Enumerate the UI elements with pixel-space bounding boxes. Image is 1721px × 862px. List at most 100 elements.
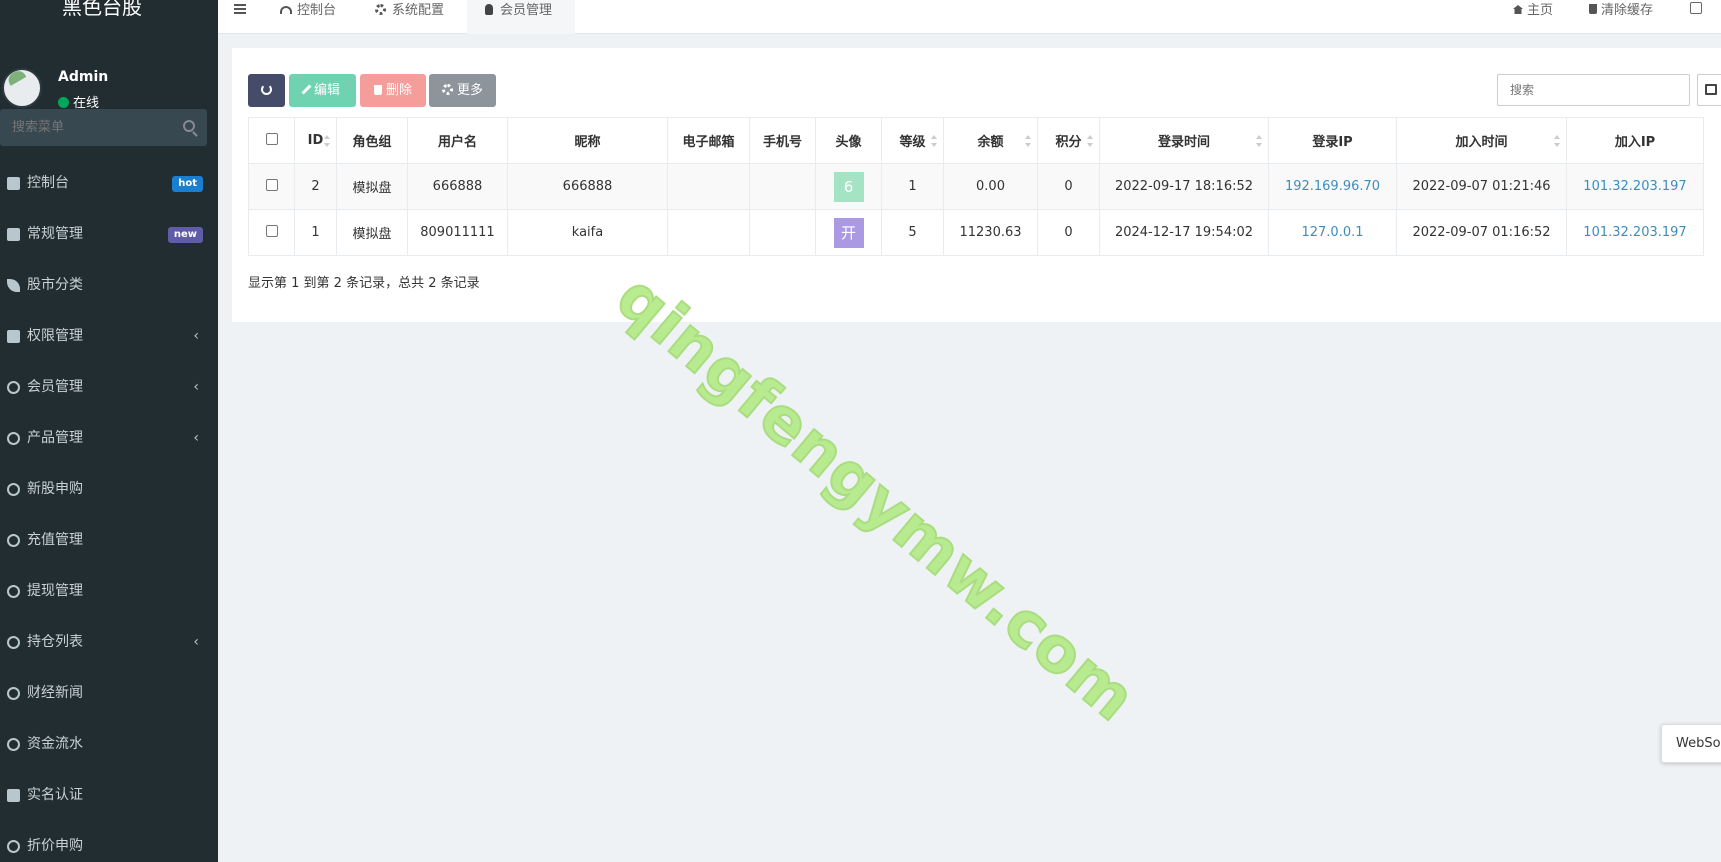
chevron-left-icon[interactable]: ‹ bbox=[193, 413, 199, 464]
brand-logo[interactable]: 黑色台股 bbox=[0, 0, 218, 22]
sidebar-item-label: 折价申购 bbox=[27, 838, 83, 854]
refresh-icon bbox=[261, 84, 272, 95]
table-row[interactable]: 2 模拟盘 666888 666888 6 1 0.00 0 2022-09-17 18:16:… bbox=[248, 163, 1704, 210]
row-checkbox[interactable] bbox=[265, 178, 278, 191]
search-icon[interactable] bbox=[183, 120, 195, 132]
cell-level: 5 bbox=[881, 209, 944, 256]
circle-icon bbox=[7, 432, 20, 445]
sidebar-item-3[interactable]: 权限管理 ‹ bbox=[0, 311, 218, 362]
column-header[interactable]: 余额 bbox=[943, 117, 1038, 164]
column-header-label: ID bbox=[307, 133, 324, 148]
circle-icon bbox=[7, 687, 20, 700]
sidebar-item-11[interactable]: 资金流水 bbox=[0, 719, 218, 770]
column-header-label: 电子邮箱 bbox=[682, 135, 735, 150]
sort-icon[interactable] bbox=[324, 135, 330, 147]
row-avatar: 6 bbox=[833, 171, 864, 202]
tab-member-management[interactable]: 会员管理 bbox=[467, 0, 575, 34]
sidebar-item-2[interactable]: 股市分类 bbox=[0, 260, 218, 311]
sidebar-item-6[interactable]: 新股申购 bbox=[0, 464, 218, 515]
column-header-label: 头像 bbox=[835, 135, 862, 150]
column-header[interactable]: 登录时间 bbox=[1099, 117, 1269, 164]
sidebar-item-5[interactable]: 产品管理 ‹ bbox=[0, 413, 218, 464]
edit-button[interactable]: 编辑 bbox=[289, 74, 356, 107]
circle-icon bbox=[7, 840, 20, 853]
row-select-cell bbox=[248, 163, 295, 210]
cell-group: 模拟盘 bbox=[336, 209, 408, 256]
refresh-button[interactable] bbox=[248, 74, 285, 107]
more-button[interactable]: 更多 bbox=[429, 74, 496, 107]
user-circle-icon bbox=[7, 381, 20, 394]
column-header[interactable]: ID bbox=[294, 117, 337, 164]
column-header[interactable]: 加入时间 bbox=[1396, 117, 1567, 164]
cogs-icon bbox=[7, 228, 20, 241]
delete-button[interactable]: 删除 bbox=[360, 74, 426, 107]
ip-link[interactable]: 127.0.0.1 bbox=[1301, 225, 1363, 240]
cell-text: 模拟盘 bbox=[352, 181, 392, 196]
tab-system-config[interactable]: 系统配置 bbox=[375, 2, 444, 36]
sidebar-item-9[interactable]: 持仓列表 ‹ bbox=[0, 617, 218, 668]
menu-toggle-icon[interactable] bbox=[234, 4, 246, 14]
fullscreen-icon[interactable] bbox=[1690, 2, 1702, 14]
cell-mobile bbox=[749, 209, 816, 256]
column-header-label: 用户名 bbox=[437, 135, 477, 150]
sort-icon[interactable] bbox=[931, 135, 937, 147]
column-header-label: 角色组 bbox=[352, 135, 392, 150]
cell-loginip: 127.0.0.1 bbox=[1268, 209, 1397, 256]
column-header-label: 登录IP bbox=[1312, 135, 1353, 150]
cell-nickname: kaifa bbox=[507, 209, 668, 256]
watermark: qingfengymw.com bbox=[602, 259, 1151, 736]
select-all-checkbox[interactable] bbox=[265, 132, 278, 145]
cell-nickname: 666888 bbox=[507, 163, 668, 210]
sidebar-item-7[interactable]: 充值管理 bbox=[0, 515, 218, 566]
tab-dashboard[interactable]: 控制台 bbox=[280, 2, 336, 36]
sort-icon[interactable] bbox=[1087, 135, 1093, 147]
cell-text: 5 bbox=[908, 225, 917, 240]
column-header[interactable]: 等级 bbox=[881, 117, 944, 164]
badge-new: new bbox=[167, 227, 203, 243]
chevron-left-icon[interactable]: ‹ bbox=[193, 617, 199, 668]
cell-text: 2022-09-17 18:16:52 bbox=[1114, 179, 1254, 194]
table-search-input[interactable] bbox=[1497, 74, 1690, 106]
trash-icon bbox=[373, 85, 382, 95]
member-table: ID 角色组 用户名 昵称 电子邮箱 手机号 头像 等级 余额 积分 登录时间 登录IP 加入时间 加入I… bbox=[248, 117, 1704, 256]
online-dot-icon bbox=[58, 97, 69, 108]
sidebar-search-input[interactable] bbox=[0, 109, 170, 146]
websocket-tooltip: WebSoc bbox=[1661, 724, 1721, 763]
column-header-label: 登录时间 bbox=[1157, 135, 1210, 150]
column-header: 头像 bbox=[815, 117, 882, 164]
sidebar-item-4[interactable]: 会员管理 ‹ bbox=[0, 362, 218, 413]
sidebar-item-13[interactable]: 折价申购 bbox=[0, 821, 218, 862]
sidebar-item-0[interactable]: 控制台 hot bbox=[0, 158, 218, 209]
column-header[interactable]: 积分 bbox=[1037, 117, 1100, 164]
tab-label: 系统配置 bbox=[392, 3, 445, 18]
sidebar-item-label: 权限管理 bbox=[27, 328, 83, 344]
columns-toggle-button[interactable] bbox=[1697, 74, 1721, 106]
cell-jointime: 2022-09-07 01:16:52 bbox=[1396, 209, 1567, 256]
chevron-left-icon[interactable]: ‹ bbox=[193, 362, 199, 413]
sidebar-item-10[interactable]: 财经新闻 bbox=[0, 668, 218, 719]
home-link[interactable]: 主页 bbox=[1513, 2, 1553, 36]
sidebar-item-label: 财经新闻 bbox=[27, 685, 83, 701]
sidebar-item-1[interactable]: 常规管理 new bbox=[0, 209, 218, 260]
sort-icon[interactable] bbox=[1025, 135, 1031, 147]
ip-link[interactable]: 192.169.96.70 bbox=[1285, 179, 1380, 194]
column-header: 加入IP bbox=[1566, 117, 1704, 164]
pagination-info: 显示第 1 到第 2 条记录，总共 2 条记录 bbox=[248, 276, 480, 291]
ip-link[interactable]: 101.32.203.197 bbox=[1583, 179, 1686, 194]
sort-icon[interactable] bbox=[1554, 135, 1560, 147]
circle-icon bbox=[7, 585, 20, 598]
cell-text: 模拟盘 bbox=[352, 227, 392, 242]
sidebar-item-8[interactable]: 提现管理 bbox=[0, 566, 218, 617]
ip-link[interactable]: 101.32.203.197 bbox=[1583, 225, 1686, 240]
table-row[interactable]: 1 模拟盘 809011111 kaifa 开 5 11230.63 0 2024-12-17 … bbox=[248, 209, 1704, 256]
column-header: 角色组 bbox=[336, 117, 408, 164]
row-checkbox[interactable] bbox=[265, 224, 278, 237]
chevron-left-icon[interactable]: ‹ bbox=[193, 311, 199, 362]
sort-icon[interactable] bbox=[1256, 135, 1262, 147]
sidebar-item-label: 常规管理 bbox=[27, 226, 83, 242]
sidebar-item-12[interactable]: 实名认证 bbox=[0, 770, 218, 821]
cell-joinip: 101.32.203.197 bbox=[1566, 163, 1704, 210]
sidebar-item-label: 产品管理 bbox=[27, 430, 83, 446]
clear-cache-button[interactable]: 清除缓存 bbox=[1589, 2, 1653, 36]
column-header: 电子邮箱 bbox=[667, 117, 750, 164]
